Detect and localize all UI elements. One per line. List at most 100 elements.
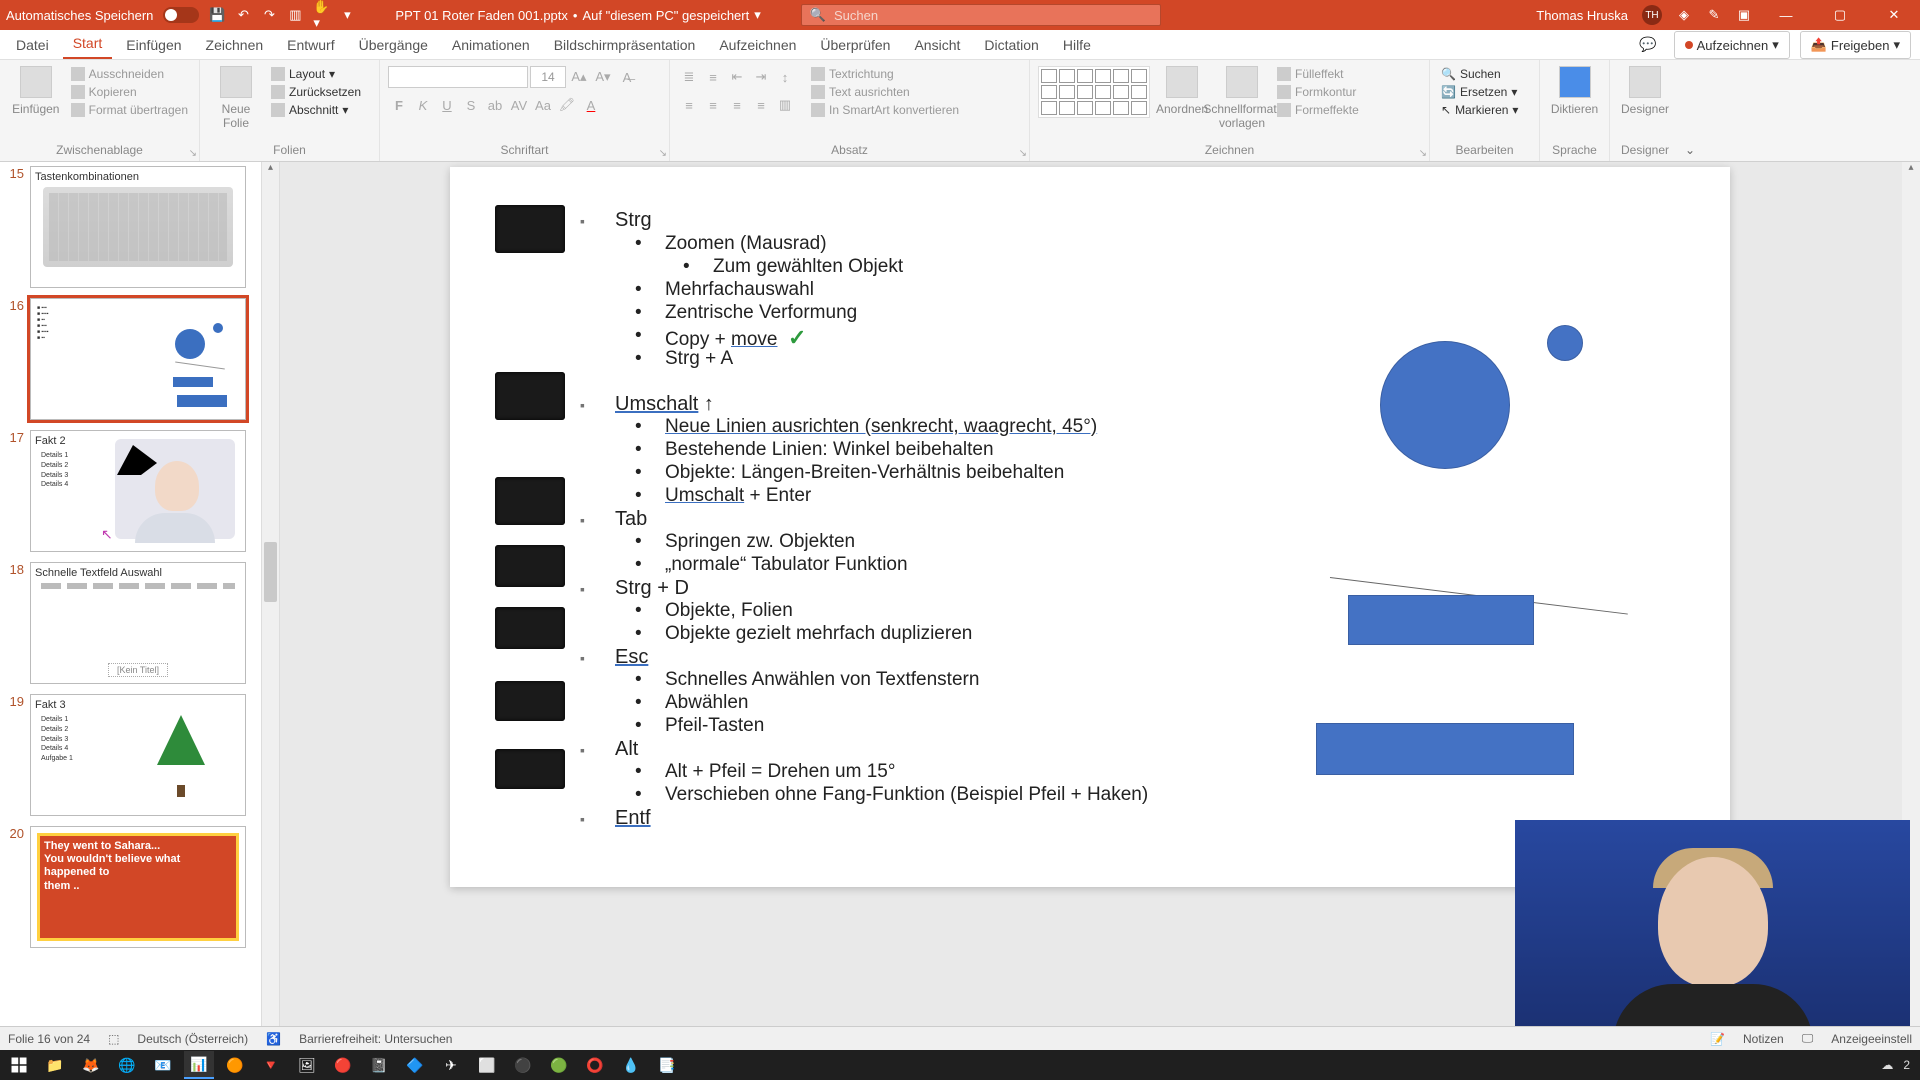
thumb-18[interactable]: 18 Schnelle Textfeld Auswahl [Kein Titel… (2, 562, 275, 684)
tab-uebergaenge[interactable]: Übergänge (349, 31, 438, 59)
weather-icon[interactable]: ☁ (1881, 1058, 1893, 1072)
status-accessibility[interactable]: Barrierefreiheit: Untersuchen (299, 1032, 452, 1046)
clipboard-launcher-icon[interactable]: ↘ (189, 148, 197, 159)
search-box[interactable]: 🔍 (801, 4, 1161, 26)
reset-button[interactable]: Zurücksetzen (268, 84, 364, 100)
thumb-scrollbar[interactable]: ▴ ▾ (261, 162, 279, 1050)
maximize-button[interactable]: ▢ (1820, 0, 1860, 30)
bullets-icon: ≣ (678, 66, 700, 88)
new-slide-button[interactable]: Neue Folie (208, 66, 264, 130)
app-icon-5[interactable]: 🟢 (544, 1051, 574, 1079)
app-icon-1[interactable]: 🟠 (220, 1051, 250, 1079)
app-icon-2[interactable]: 🖼 (292, 1051, 322, 1079)
firefox-icon[interactable]: 🦊 (76, 1051, 106, 1079)
select-button[interactable]: ↖Markieren▾ (1438, 102, 1521, 118)
designer-button[interactable]: Designer (1618, 66, 1672, 116)
slide-canvas[interactable]: Strg Zoomen (Mausrad) Zum gewählten Obje… (450, 167, 1730, 887)
app-icon-4[interactable]: ⬜ (472, 1051, 502, 1079)
tab-entwurf[interactable]: Entwurf (277, 31, 344, 59)
chrome-icon[interactable]: 🌐 (112, 1051, 142, 1079)
status-slide: Folie 16 von 24 (8, 1032, 90, 1046)
font-launcher-icon[interactable]: ↘ (659, 148, 667, 159)
notes-icon[interactable]: 📝 (1710, 1032, 1725, 1046)
display-icon[interactable]: 🖵 (1802, 1031, 1814, 1046)
dictate-button[interactable]: Diktieren (1548, 66, 1601, 116)
para-launcher-icon[interactable]: ↘ (1019, 148, 1027, 159)
vscroll-up-icon[interactable]: ▴ (1902, 162, 1920, 178)
telegram-icon[interactable]: ✈ (436, 1051, 466, 1079)
copy-button: Kopieren (68, 84, 191, 100)
onenote-icon[interactable]: 📓 (364, 1051, 394, 1079)
visio-icon[interactable]: 🔷 (400, 1051, 430, 1079)
tab-hilfe[interactable]: Hilfe (1053, 31, 1101, 59)
app-icon-3[interactable]: 🔴 (328, 1051, 358, 1079)
tab-ueberpruefen[interactable]: Überprüfen (810, 31, 900, 59)
thumb-16[interactable]: 16 ■ ▪▪▪■ ▪▪▪▪■ ▪▪■ ▪▪▪■ ▪▪▪▪■ ▪▪ (2, 298, 275, 420)
replace-button[interactable]: 🔄Ersetzen▾ (1438, 84, 1521, 100)
arrange-button[interactable]: Anordnen (1154, 66, 1210, 116)
status-display[interactable]: Anzeigeeinstell (1831, 1032, 1912, 1046)
scroll-handle[interactable] (264, 542, 277, 602)
thumb-17[interactable]: 17 Fakt 2 Details 1Details 2Details 3Det… (2, 430, 275, 552)
title-dropdown-icon[interactable]: ▾ (754, 7, 761, 23)
tab-zeichnen[interactable]: Zeichnen (196, 31, 274, 59)
tab-einfuegen[interactable]: Einfügen (116, 31, 191, 59)
system-tray[interactable]: ☁ 2 (1881, 1058, 1916, 1072)
scroll-up-icon[interactable]: ▴ (262, 162, 279, 178)
thumb-19[interactable]: 19 Fakt 3 Details 1Details 2Details 3Det… (2, 694, 275, 816)
save-icon[interactable]: 💾 (209, 7, 225, 23)
app-icon-8[interactable]: 📑 (652, 1051, 682, 1079)
freigeben-button[interactable]: 📤Freigeben▾ (1800, 31, 1911, 59)
app-icon-6[interactable]: ⭕ (580, 1051, 610, 1079)
shape-rect-2[interactable] (1316, 723, 1574, 775)
app-icon-7[interactable]: 💧 (616, 1051, 646, 1079)
layout-button[interactable]: Layout▾ (268, 66, 364, 82)
collapse-ribbon-icon[interactable]: ⌄ (1685, 143, 1695, 157)
autosave-toggle[interactable] (163, 7, 199, 23)
tab-ansicht[interactable]: Ansicht (904, 31, 970, 59)
shape-circle-large[interactable] (1380, 341, 1510, 469)
outlook-icon[interactable]: 📧 (148, 1051, 178, 1079)
find-button[interactable]: 🔍Suchen (1438, 66, 1521, 82)
autosave-label: Automatisches Speichern (6, 8, 153, 23)
section-button[interactable]: Abschnitt▾ (268, 102, 364, 118)
touch-icon[interactable]: ✋▾ (313, 7, 329, 23)
text-umobj: Objekte: Längen-Breiten-Verhältnis beibe… (665, 462, 1064, 484)
tab-bildschirm[interactable]: Bildschirmpräsentation (544, 31, 706, 59)
minimize-button[interactable]: — (1766, 0, 1806, 30)
tab-dictation[interactable]: Dictation (974, 31, 1048, 59)
thumb-15[interactable]: 15 Tastenkombinationen (2, 166, 275, 288)
draw-launcher-icon[interactable]: ↘ (1419, 148, 1427, 159)
explorer-icon[interactable]: 📁 (40, 1051, 70, 1079)
undo-icon[interactable]: ↶ (235, 7, 251, 23)
tab-aufzeichnen[interactable]: Aufzeichnen (709, 31, 806, 59)
obs-icon[interactable]: ⚫ (508, 1051, 538, 1079)
window-icon[interactable]: ▣ (1736, 7, 1752, 23)
pen-icon[interactable]: ✎ (1706, 7, 1722, 23)
close-button[interactable]: ✕ (1874, 0, 1914, 30)
shape-circle-small[interactable] (1547, 325, 1583, 361)
status-lang[interactable]: Deutsch (Österreich) (137, 1032, 248, 1046)
from-beginning-icon[interactable]: ▥ (287, 7, 303, 23)
text-tabnorm: „normale“ Tabulator Funktion (665, 554, 908, 576)
tab-animationen[interactable]: Animationen (442, 31, 540, 59)
shape-gallery[interactable] (1038, 66, 1150, 118)
redo-icon[interactable]: ↷ (261, 7, 277, 23)
user-name[interactable]: Thomas Hruska (1536, 8, 1628, 23)
tab-start[interactable]: Start (63, 29, 113, 59)
diamond-icon[interactable]: ◈ (1676, 7, 1692, 23)
search-input[interactable] (834, 8, 1152, 23)
vlc-icon[interactable]: 🔻 (256, 1051, 286, 1079)
user-avatar[interactable]: TH (1642, 5, 1662, 25)
status-lang-icon[interactable]: ⬚ (108, 1032, 119, 1046)
start-menu-icon[interactable] (4, 1051, 34, 1079)
tab-datei[interactable]: Datei (6, 31, 59, 59)
powerpoint-icon[interactable]: 📊 (184, 1051, 214, 1079)
accessibility-icon[interactable]: ♿ (266, 1032, 281, 1046)
aufzeichnen-button[interactable]: Aufzeichnen▾ (1674, 31, 1790, 59)
shape-rect-1[interactable] (1348, 595, 1534, 645)
thumb-20[interactable]: 20 They went to Sahara... You wouldn't b… (2, 826, 275, 948)
qat-more-icon[interactable]: ▾ (339, 7, 355, 23)
status-notes[interactable]: Notizen (1743, 1032, 1784, 1046)
comment-icon[interactable]: 💬 (1629, 30, 1666, 59)
